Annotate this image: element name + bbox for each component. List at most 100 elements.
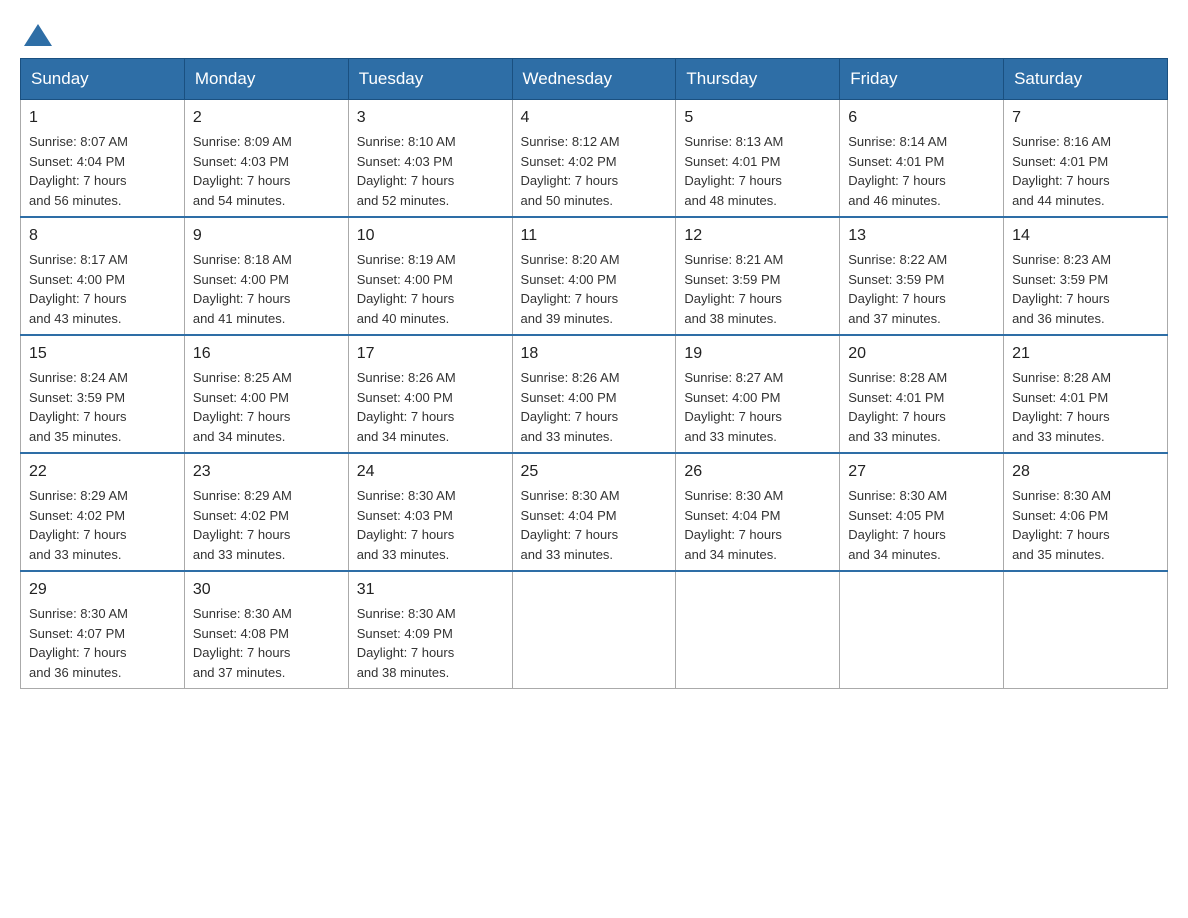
weekday-header-friday: Friday <box>840 59 1004 100</box>
calendar-week-row: 1Sunrise: 8:07 AMSunset: 4:04 PMDaylight… <box>21 100 1168 218</box>
day-number: 9 <box>193 224 340 248</box>
logo-triangle-icon <box>24 24 52 46</box>
day-number: 27 <box>848 460 995 484</box>
weekday-header-thursday: Thursday <box>676 59 840 100</box>
day-number: 14 <box>1012 224 1159 248</box>
page-header <box>20 20 1168 42</box>
day-number: 18 <box>521 342 668 366</box>
calendar-cell <box>512 571 676 689</box>
day-number: 22 <box>29 460 176 484</box>
calendar-cell <box>1004 571 1168 689</box>
day-info: Sunrise: 8:25 AMSunset: 4:00 PMDaylight:… <box>193 368 340 446</box>
calendar-cell <box>840 571 1004 689</box>
calendar-cell: 30Sunrise: 8:30 AMSunset: 4:08 PMDayligh… <box>184 571 348 689</box>
calendar-cell: 10Sunrise: 8:19 AMSunset: 4:00 PMDayligh… <box>348 217 512 335</box>
weekday-header-wednesday: Wednesday <box>512 59 676 100</box>
day-info: Sunrise: 8:09 AMSunset: 4:03 PMDaylight:… <box>193 132 340 210</box>
day-info: Sunrise: 8:28 AMSunset: 4:01 PMDaylight:… <box>848 368 995 446</box>
day-info: Sunrise: 8:30 AMSunset: 4:08 PMDaylight:… <box>193 604 340 682</box>
day-number: 15 <box>29 342 176 366</box>
calendar-cell: 1Sunrise: 8:07 AMSunset: 4:04 PMDaylight… <box>21 100 185 218</box>
weekday-header-sunday: Sunday <box>21 59 185 100</box>
calendar-cell: 24Sunrise: 8:30 AMSunset: 4:03 PMDayligh… <box>348 453 512 571</box>
day-number: 10 <box>357 224 504 248</box>
day-info: Sunrise: 8:24 AMSunset: 3:59 PMDaylight:… <box>29 368 176 446</box>
calendar-cell: 31Sunrise: 8:30 AMSunset: 4:09 PMDayligh… <box>348 571 512 689</box>
day-number: 6 <box>848 106 995 130</box>
day-number: 20 <box>848 342 995 366</box>
calendar-cell: 9Sunrise: 8:18 AMSunset: 4:00 PMDaylight… <box>184 217 348 335</box>
day-info: Sunrise: 8:28 AMSunset: 4:01 PMDaylight:… <box>1012 368 1159 446</box>
day-info: Sunrise: 8:20 AMSunset: 4:00 PMDaylight:… <box>521 250 668 328</box>
calendar-week-row: 8Sunrise: 8:17 AMSunset: 4:00 PMDaylight… <box>21 217 1168 335</box>
calendar-week-row: 15Sunrise: 8:24 AMSunset: 3:59 PMDayligh… <box>21 335 1168 453</box>
day-info: Sunrise: 8:10 AMSunset: 4:03 PMDaylight:… <box>357 132 504 210</box>
day-info: Sunrise: 8:30 AMSunset: 4:03 PMDaylight:… <box>357 486 504 564</box>
calendar-cell: 23Sunrise: 8:29 AMSunset: 4:02 PMDayligh… <box>184 453 348 571</box>
day-number: 1 <box>29 106 176 130</box>
calendar-cell: 28Sunrise: 8:30 AMSunset: 4:06 PMDayligh… <box>1004 453 1168 571</box>
calendar-cell: 6Sunrise: 8:14 AMSunset: 4:01 PMDaylight… <box>840 100 1004 218</box>
day-number: 28 <box>1012 460 1159 484</box>
calendar-cell: 5Sunrise: 8:13 AMSunset: 4:01 PMDaylight… <box>676 100 840 218</box>
calendar-cell: 16Sunrise: 8:25 AMSunset: 4:00 PMDayligh… <box>184 335 348 453</box>
calendar-cell: 25Sunrise: 8:30 AMSunset: 4:04 PMDayligh… <box>512 453 676 571</box>
weekday-header-monday: Monday <box>184 59 348 100</box>
day-number: 23 <box>193 460 340 484</box>
calendar-cell: 26Sunrise: 8:30 AMSunset: 4:04 PMDayligh… <box>676 453 840 571</box>
day-number: 21 <box>1012 342 1159 366</box>
calendar-cell: 22Sunrise: 8:29 AMSunset: 4:02 PMDayligh… <box>21 453 185 571</box>
calendar-cell: 20Sunrise: 8:28 AMSunset: 4:01 PMDayligh… <box>840 335 1004 453</box>
calendar-cell: 13Sunrise: 8:22 AMSunset: 3:59 PMDayligh… <box>840 217 1004 335</box>
day-info: Sunrise: 8:16 AMSunset: 4:01 PMDaylight:… <box>1012 132 1159 210</box>
calendar-cell: 8Sunrise: 8:17 AMSunset: 4:00 PMDaylight… <box>21 217 185 335</box>
day-info: Sunrise: 8:26 AMSunset: 4:00 PMDaylight:… <box>521 368 668 446</box>
day-info: Sunrise: 8:21 AMSunset: 3:59 PMDaylight:… <box>684 250 831 328</box>
day-info: Sunrise: 8:27 AMSunset: 4:00 PMDaylight:… <box>684 368 831 446</box>
day-info: Sunrise: 8:30 AMSunset: 4:05 PMDaylight:… <box>848 486 995 564</box>
calendar-cell: 27Sunrise: 8:30 AMSunset: 4:05 PMDayligh… <box>840 453 1004 571</box>
day-number: 16 <box>193 342 340 366</box>
day-info: Sunrise: 8:23 AMSunset: 3:59 PMDaylight:… <box>1012 250 1159 328</box>
day-info: Sunrise: 8:30 AMSunset: 4:06 PMDaylight:… <box>1012 486 1159 564</box>
day-number: 30 <box>193 578 340 602</box>
day-number: 5 <box>684 106 831 130</box>
calendar-cell: 29Sunrise: 8:30 AMSunset: 4:07 PMDayligh… <box>21 571 185 689</box>
day-number: 11 <box>521 224 668 248</box>
calendar-table: SundayMondayTuesdayWednesdayThursdayFrid… <box>20 58 1168 689</box>
calendar-cell: 18Sunrise: 8:26 AMSunset: 4:00 PMDayligh… <box>512 335 676 453</box>
day-info: Sunrise: 8:13 AMSunset: 4:01 PMDaylight:… <box>684 132 831 210</box>
day-info: Sunrise: 8:30 AMSunset: 4:04 PMDaylight:… <box>521 486 668 564</box>
logo <box>20 20 52 42</box>
day-number: 3 <box>357 106 504 130</box>
calendar-cell: 21Sunrise: 8:28 AMSunset: 4:01 PMDayligh… <box>1004 335 1168 453</box>
day-info: Sunrise: 8:30 AMSunset: 4:07 PMDaylight:… <box>29 604 176 682</box>
calendar-cell <box>676 571 840 689</box>
calendar-cell: 2Sunrise: 8:09 AMSunset: 4:03 PMDaylight… <box>184 100 348 218</box>
calendar-cell: 11Sunrise: 8:20 AMSunset: 4:00 PMDayligh… <box>512 217 676 335</box>
calendar-cell: 12Sunrise: 8:21 AMSunset: 3:59 PMDayligh… <box>676 217 840 335</box>
calendar-cell: 3Sunrise: 8:10 AMSunset: 4:03 PMDaylight… <box>348 100 512 218</box>
calendar-cell: 15Sunrise: 8:24 AMSunset: 3:59 PMDayligh… <box>21 335 185 453</box>
day-info: Sunrise: 8:30 AMSunset: 4:04 PMDaylight:… <box>684 486 831 564</box>
day-number: 26 <box>684 460 831 484</box>
day-number: 8 <box>29 224 176 248</box>
day-info: Sunrise: 8:17 AMSunset: 4:00 PMDaylight:… <box>29 250 176 328</box>
day-number: 7 <box>1012 106 1159 130</box>
day-number: 19 <box>684 342 831 366</box>
day-info: Sunrise: 8:29 AMSunset: 4:02 PMDaylight:… <box>29 486 176 564</box>
day-info: Sunrise: 8:30 AMSunset: 4:09 PMDaylight:… <box>357 604 504 682</box>
calendar-week-row: 22Sunrise: 8:29 AMSunset: 4:02 PMDayligh… <box>21 453 1168 571</box>
day-number: 25 <box>521 460 668 484</box>
day-info: Sunrise: 8:22 AMSunset: 3:59 PMDaylight:… <box>848 250 995 328</box>
day-info: Sunrise: 8:14 AMSunset: 4:01 PMDaylight:… <box>848 132 995 210</box>
day-info: Sunrise: 8:26 AMSunset: 4:00 PMDaylight:… <box>357 368 504 446</box>
calendar-week-row: 29Sunrise: 8:30 AMSunset: 4:07 PMDayligh… <box>21 571 1168 689</box>
day-number: 13 <box>848 224 995 248</box>
day-number: 24 <box>357 460 504 484</box>
day-number: 12 <box>684 224 831 248</box>
day-info: Sunrise: 8:18 AMSunset: 4:00 PMDaylight:… <box>193 250 340 328</box>
calendar-cell: 17Sunrise: 8:26 AMSunset: 4:00 PMDayligh… <box>348 335 512 453</box>
day-number: 29 <box>29 578 176 602</box>
day-info: Sunrise: 8:29 AMSunset: 4:02 PMDaylight:… <box>193 486 340 564</box>
